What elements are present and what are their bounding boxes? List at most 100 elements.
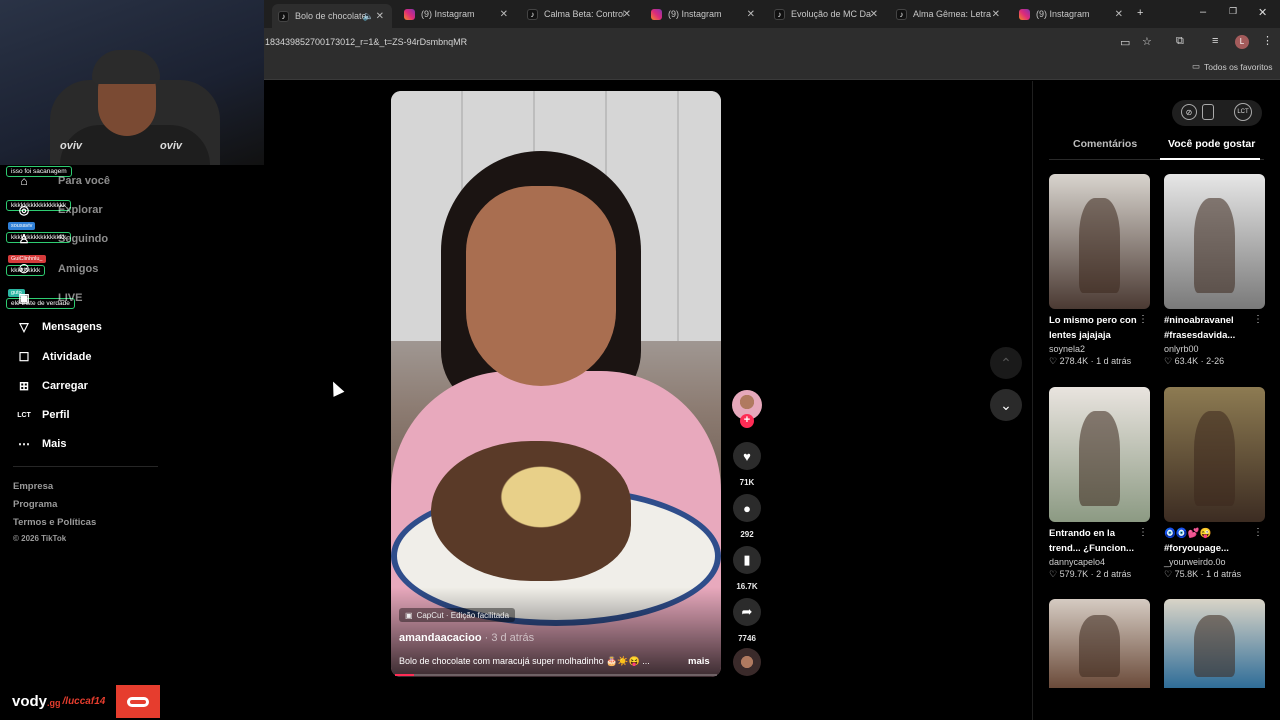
nav-activity[interactable]: ☐ Atividade [16,345,92,369]
nav-messages[interactable]: ▽ Mensagens [16,315,102,339]
all-bookmarks[interactable]: ▭ Todos os favoritos [1192,61,1273,72]
comment-action[interactable]: ● 292 [733,494,761,539]
minimize-icon[interactable]: – [1200,6,1206,18]
media-icon[interactable]: ≡ [1212,35,1218,47]
video-cake [431,441,631,581]
maximize-icon[interactable]: ❐ [1229,6,1237,17]
browser-tab[interactable]: ♪ Evolução de MC Dan ✕ [768,4,886,24]
home-icon: ⌂ [20,174,28,188]
card-menu-icon[interactable]: ⋮ [1253,527,1263,538]
card-title[interactable]: Entrando en la trend... ¿Funcion... [1049,526,1141,556]
nav-following[interactable]: ♙ Seguindo [16,227,109,251]
new-tab-icon[interactable]: + [1137,7,1143,19]
nav-explore[interactable]: ◎ Explorar [16,198,103,222]
browser-tab[interactable]: ♪ Bolo de chocolate 🔈 ✕ [272,4,392,28]
video-player[interactable] [391,91,721,677]
card-title[interactable]: Lo mismo pero con lentes jajajaja [1049,313,1141,343]
user-avatar-icon[interactable]: LCT [1234,103,1252,121]
video-thumbnail[interactable] [1164,599,1265,688]
recommended-video-card[interactable]: 🧿🧿💕😜 #foryoupage... ⋮ _yourweirdo.0o ♡ 75.8… [1164,387,1265,580]
like-action[interactable]: ♥ 71K [733,442,761,487]
music-disc[interactable] [733,648,761,676]
tab-comments[interactable]: Comentários [1073,138,1137,150]
card-author[interactable]: dannycapelo4 [1049,557,1150,567]
recommended-video-card[interactable]: #ninoabravanel #frasesdavida... ⋮ onlyrb00… [1164,174,1265,367]
card-menu-icon[interactable]: ⋮ [1138,527,1148,538]
nav-profile[interactable]: LCT Perfil [16,403,69,427]
recommended-video-card[interactable] [1049,599,1150,688]
tab-you-may-like[interactable]: Você pode gostar [1168,138,1255,150]
video-progress-bar[interactable] [395,674,717,676]
video-thumbnail[interactable] [1164,387,1265,522]
tab-close-icon[interactable]: ✕ [500,9,508,20]
card-title[interactable]: 🧿🧿💕😜 #foryoupage... [1164,526,1256,556]
cast-icon[interactable]: ▭ [1120,36,1130,49]
heart-outline-icon: ♡ [1164,569,1175,579]
share-icon[interactable]: ➦ [733,598,761,626]
card-author[interactable]: soynela2 [1049,344,1150,354]
tab-close-icon[interactable]: ✕ [747,9,755,20]
bookmark-icon[interactable]: ▮ [733,546,761,574]
browser-tab[interactable]: (9) Instagram ✕ [1013,4,1131,24]
nav-friends[interactable]: ⚇ Amigos [16,257,99,281]
nav-upload[interactable]: ⊞ Carregar [16,374,88,398]
browser-tab[interactable]: (9) Instagram ✕ [645,4,763,24]
extensions-icon[interactable]: ⧉ [1176,35,1184,48]
card-menu-icon[interactable]: ⋮ [1138,314,1148,325]
nav-more[interactable]: ⋯ Mais [16,432,66,456]
streamer-handle: /luccaf14 [62,696,106,707]
activity-icon: ☐ [18,350,30,364]
tab-close-icon[interactable]: ✕ [623,9,631,20]
video-progress-fill [395,674,415,676]
tiktok-favicon-icon: ♪ [774,8,785,20]
nav-live[interactable]: ▣ LIVE [16,286,82,310]
folder-icon: ▭ [1192,61,1201,71]
video-author[interactable]: amandaacacioo · 3 d atrás [399,632,534,644]
browser-tab[interactable]: ♪ Alma Gêmea: Letra e ✕ [890,4,1008,24]
heart-icon[interactable]: ♥ [733,442,761,470]
video-thumbnail[interactable] [1164,174,1265,309]
share-action[interactable]: ➦ 7746 [733,598,761,643]
recommended-video-card[interactable]: Entrando en la trend... ¿Funcion... ⋮ dann… [1049,387,1150,580]
card-author[interactable]: _yourweirdo.0o [1164,557,1265,567]
footer-terms-link[interactable]: Termos e Políticas [13,517,96,528]
browser-tab[interactable]: (9) Instagram ✕ [398,4,516,24]
capcut-tag[interactable]: ▣ CapCut · Edição facilitada [399,608,516,622]
card-author[interactable]: onlyrb00 [1164,344,1265,354]
save-action[interactable]: ▮ 16.7K [733,546,761,591]
next-video-button[interactable]: ⌄ [990,389,1022,421]
profile-avatar[interactable]: L [1235,35,1249,49]
tiktok-favicon-icon: ♪ [896,8,907,20]
phone-icon[interactable] [1202,104,1214,120]
meta-separator: · [1088,356,1097,366]
card-menu-icon[interactable]: ⋮ [1253,314,1263,325]
footer-program-link[interactable]: Programa [13,499,57,510]
browser-tab[interactable]: ♪ Calma Beta: Controle ✕ [521,4,639,24]
footer-company-link[interactable]: Empresa [13,481,53,492]
follow-plus-icon[interactable]: + [740,414,754,428]
close-window-icon[interactable]: ✕ [1258,6,1267,19]
vody-logo: vody.gg [12,693,61,710]
video-thumbnail[interactable] [1049,599,1150,688]
bookmark-star-icon[interactable]: ☆ [1142,35,1152,48]
save-count: 16.7K [736,582,758,591]
speaker-icon[interactable]: 🔈 [363,11,374,22]
previous-video-button[interactable]: ⌃ [990,347,1022,379]
comment-icon[interactable]: ● [733,494,761,522]
nav-for-you[interactable]: ⌂ Para você [16,169,110,193]
capcut-icon: ▣ [405,610,413,620]
caption-more-button[interactable]: mais [688,656,710,667]
card-title[interactable]: #ninoabravanel #frasesdavida... [1164,313,1256,343]
tab-close-icon[interactable]: ✕ [992,9,1000,20]
tab-close-icon[interactable]: ✕ [1115,9,1123,20]
url-text[interactable]: 183439852700173012_r=1&_t=ZS-94rDsmbnqMR [265,37,467,47]
browser-menu-icon[interactable]: ⋮ [1262,34,1273,47]
recommended-video-card[interactable]: Lo mismo pero con lentes jajajaja ⋮ soynel… [1049,174,1150,367]
tab-close-icon[interactable]: ✕ [870,9,878,20]
recommended-video-card[interactable] [1164,599,1265,688]
video-thumbnail[interactable] [1049,174,1150,309]
author-name[interactable]: amandaacacioo [399,632,482,644]
tab-close-icon[interactable]: ✕ [376,11,384,22]
compass-icon[interactable]: ⊘ [1181,104,1197,120]
video-thumbnail[interactable] [1049,387,1150,522]
